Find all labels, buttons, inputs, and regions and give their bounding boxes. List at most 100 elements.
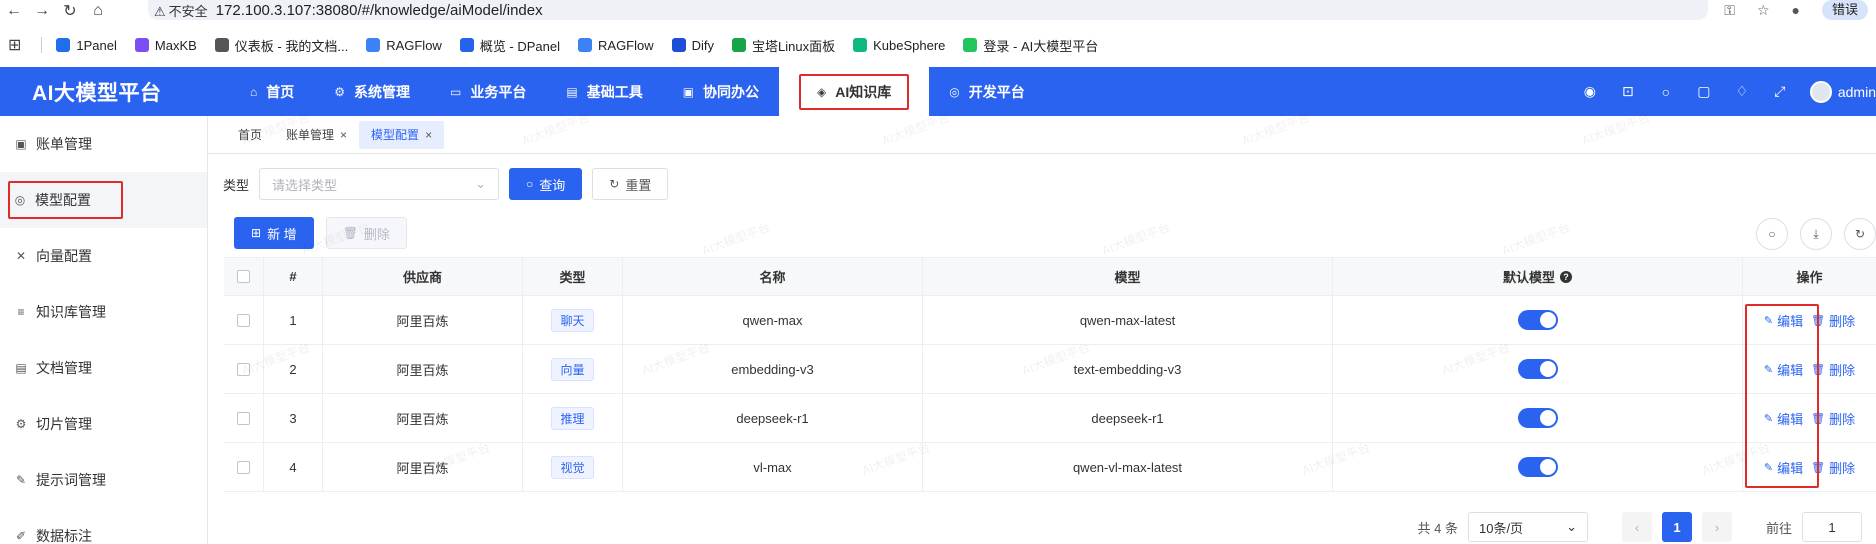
sidebar-item[interactable]: ✐ 数据标注	[0, 508, 207, 544]
search-icon[interactable]: ○	[1658, 84, 1674, 100]
download-icon[interactable]: ⤓	[1800, 218, 1832, 250]
default-cell	[1333, 296, 1743, 344]
type-cell: 推理	[523, 394, 623, 442]
toggle-search-icon[interactable]: ○	[1756, 218, 1788, 250]
row-index: 3	[264, 394, 323, 442]
bell-icon[interactable]: ♢	[1734, 83, 1750, 100]
prev-page-button[interactable]: ‹	[1621, 512, 1652, 542]
delete-button[interactable]: 🗑 删除	[325, 217, 407, 249]
lock-icon[interactable]: ⊡	[1620, 83, 1636, 100]
star-icon[interactable]: ☆	[1757, 2, 1770, 19]
select-all-checkbox[interactable]	[237, 270, 250, 283]
bookmark-item[interactable]: MaxKB	[134, 38, 197, 53]
help-icon[interactable]: ?	[1560, 270, 1572, 283]
topnav-item[interactable]: ◈ AI知识库	[779, 67, 930, 116]
bookmark-item[interactable]: RAGFlow	[578, 38, 654, 53]
database-icon: ≡	[17, 305, 25, 319]
goto-page-input[interactable]: 1	[1802, 512, 1862, 542]
page-size-select[interactable]: 10条/页 ⌄	[1467, 512, 1588, 542]
address-bar[interactable]: 不安全 172.100.3.107:38080/#/knowledge/aiMo…	[148, 0, 1708, 20]
topnav-item[interactable]: ⌂ 首页	[230, 67, 314, 116]
key-icon[interactable]: ⚿	[1724, 2, 1735, 19]
url-text[interactable]: 172.100.3.107:38080/#/knowledge/aiModel/…	[216, 2, 543, 19]
bookmark-label: 仪表板 - 我的文档...	[234, 38, 349, 54]
default-model-switch[interactable]	[1517, 457, 1558, 477]
tab-tag[interactable]: 账单管理 ×	[274, 121, 359, 149]
sidebar-item[interactable]: ≡ 知识库管理	[0, 284, 207, 340]
sidebar-item[interactable]: ✕ 向量配置	[0, 228, 207, 284]
default-model-switch[interactable]	[1517, 359, 1558, 379]
sidebar-item-label: 文档管理	[36, 360, 92, 376]
topnav-item[interactable]: ▤ 基础工具	[546, 67, 662, 116]
topnav-label: 系统管理	[354, 83, 411, 100]
page-number[interactable]: 1	[1661, 512, 1692, 542]
row-checkbox[interactable]	[237, 362, 250, 376]
default-model-switch[interactable]	[1517, 408, 1558, 428]
row-checkbox[interactable]	[237, 460, 250, 474]
account-icon[interactable]: ●	[1792, 2, 1800, 18]
bookmark-item[interactable]: RAGFlow	[366, 38, 442, 53]
topnav-label: 业务平台	[470, 83, 527, 100]
bookmark-item[interactable]: Dify	[671, 38, 714, 53]
default-cell	[1333, 443, 1743, 491]
home-browser-icon[interactable]: ⌂	[84, 2, 112, 20]
next-page-button[interactable]: ›	[1701, 512, 1732, 542]
model-cell: qwen-max-latest	[923, 296, 1333, 344]
close-icon[interactable]: ×	[425, 128, 432, 142]
column-header: 操作	[1796, 270, 1823, 285]
sidebar-item-label: 模型配置	[35, 192, 91, 208]
add-button[interactable]: ⊞ 新 增	[234, 217, 314, 249]
apps-grid-icon[interactable]: ⊞	[8, 35, 21, 55]
tab-tag[interactable]: 模型配置 ×	[359, 120, 445, 149]
delete-button-label: 删除	[363, 226, 390, 242]
select-all-cell	[224, 258, 264, 295]
close-icon[interactable]: ×	[340, 128, 347, 142]
row-checkbox[interactable]	[237, 313, 250, 327]
tab-tag[interactable]: 首页	[226, 121, 274, 149]
topnav-item[interactable]: ▭ 业务平台	[430, 67, 546, 116]
refresh-icon[interactable]: ↻	[1844, 218, 1876, 250]
chevron-down-icon: ⌄	[1566, 519, 1577, 534]
topnav-item[interactable]: ▣ 协同办公	[663, 67, 779, 116]
reset-button[interactable]: ↻ 重置	[592, 168, 669, 200]
table-header: # 供应商 类型 名称 模型 默认模型 ? 操作	[224, 258, 1876, 296]
monitor-icon: ▭	[450, 84, 462, 99]
bookmark-item[interactable]: 宝塔Linux面板	[732, 36, 835, 55]
sidebar-item[interactable]: ✎ 提示词管理	[0, 452, 207, 508]
topnav-item[interactable]: ◎ 开发平台	[929, 67, 1044, 116]
github-icon[interactable]: ◉	[1582, 83, 1598, 100]
type-select[interactable]: 请选择类型 ⌄	[259, 168, 500, 200]
sidebar-item[interactable]: ▣ 账单管理	[0, 116, 207, 172]
avatar[interactable]	[1809, 80, 1832, 103]
sidebar-item[interactable]: ▤ 文档管理	[0, 340, 207, 396]
topnav-label: 首页	[266, 83, 295, 100]
bookmark-item[interactable]: KubeSphere	[853, 38, 945, 53]
insecure-badge[interactable]: 不安全	[154, 1, 208, 20]
operation-highlight-box	[1745, 304, 1819, 488]
table-tools: ○ ⤓ ↻	[1756, 218, 1876, 250]
bookmark-item[interactable]: 概览 - DPanel	[459, 36, 560, 55]
sidebar-item[interactable]: ⚙ 切片管理	[0, 396, 207, 452]
theme-icon[interactable]: ▢	[1696, 83, 1712, 100]
bookmark-label: 登录 - AI大模型平台	[983, 38, 1099, 54]
row-checkbox[interactable]	[237, 411, 250, 425]
profile-error-pill[interactable]: 错误	[1821, 0, 1868, 20]
user-name[interactable]: admin	[1838, 84, 1876, 100]
default-model-switch[interactable]	[1517, 310, 1558, 330]
topnav-item[interactable]: ⚙ 系统管理	[314, 67, 430, 116]
type-tag: 推理	[551, 406, 594, 430]
fullscreen-icon[interactable]: ⤢	[1772, 83, 1788, 100]
bookmark-item[interactable]: 登录 - AI大模型平台	[963, 36, 1098, 55]
back-icon[interactable]: ←	[0, 2, 28, 20]
reload-icon[interactable]: ↻	[56, 1, 84, 21]
topnav-label: 开发平台	[968, 83, 1025, 100]
topnav-label: 协同办公	[703, 83, 760, 100]
bookmark-item[interactable]: 仪表板 - 我的文档...	[214, 36, 349, 55]
forward-icon[interactable]: →	[28, 2, 56, 20]
slice-icon: ⚙	[15, 417, 27, 431]
name-cell: vl-max	[623, 443, 923, 491]
bookmark-item[interactable]: 1Panel	[56, 38, 117, 53]
query-button[interactable]: ○ 查询	[509, 168, 583, 200]
sidebar-item[interactable]: ◎ 模型配置	[0, 172, 207, 228]
bill-icon: ▣	[15, 137, 27, 151]
